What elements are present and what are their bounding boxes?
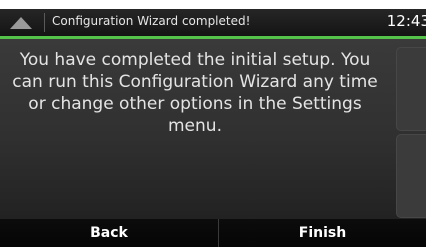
- button-bar: Back Finish: [0, 219, 426, 247]
- content-area: You have completed the initial setup. Yo…: [0, 39, 426, 219]
- finish-button[interactable]: Finish: [219, 219, 426, 247]
- side-panel-bottom: [396, 134, 426, 218]
- status-message: Configuration Wizard completed!: [52, 14, 251, 28]
- status-bar: Configuration Wizard completed! 12:43: [0, 9, 426, 36]
- clock: 12:43: [386, 12, 426, 30]
- chevron-up-icon[interactable]: [6, 14, 36, 31]
- completion-message: You have completed the initial setup. Yo…: [12, 50, 378, 136]
- status-divider: [44, 13, 45, 32]
- side-panel-top: [396, 47, 426, 131]
- back-button[interactable]: Back: [0, 219, 218, 247]
- wizard-screen: Configuration Wizard completed! 12:43 Yo…: [0, 9, 426, 247]
